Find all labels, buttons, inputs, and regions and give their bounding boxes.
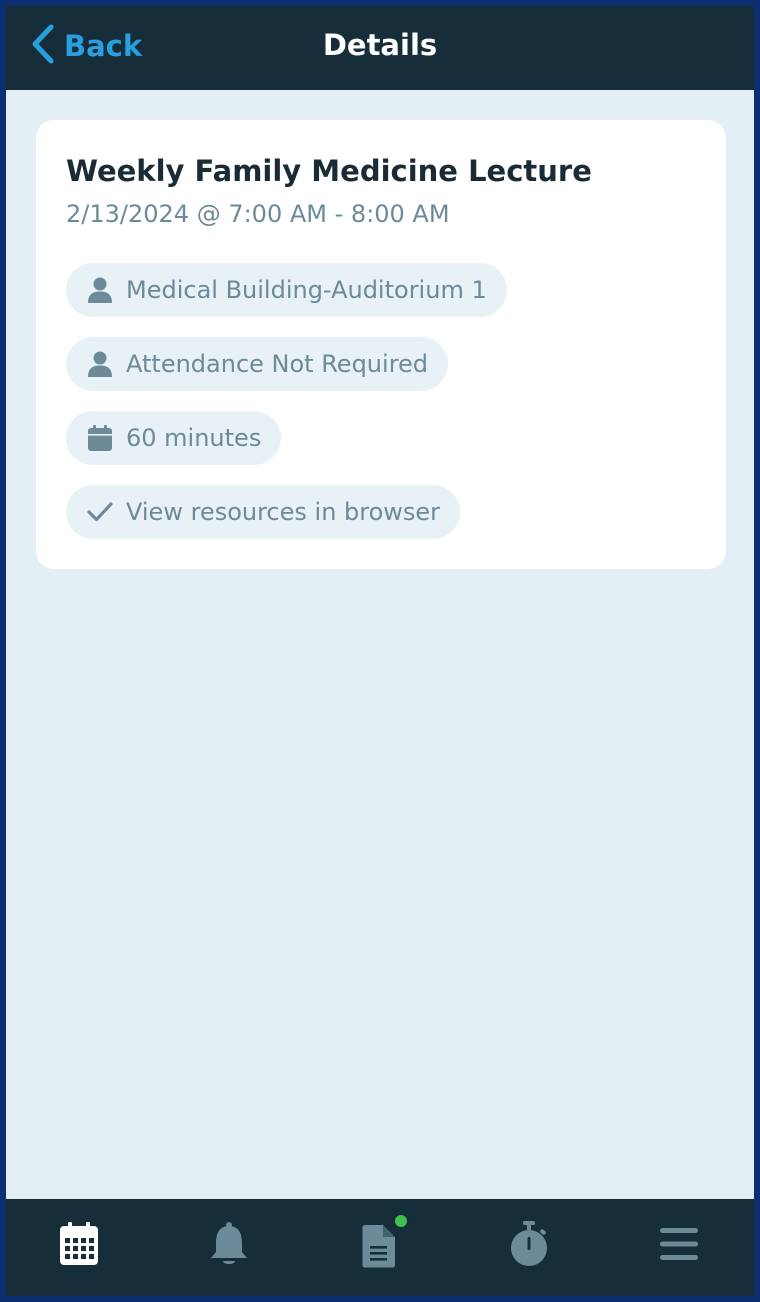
- bottom-tab-bar: [6, 1199, 754, 1296]
- tab-notifications[interactable]: [204, 1221, 254, 1271]
- person-icon: [86, 276, 114, 304]
- event-title: Weekly Family Medicine Lecture: [66, 154, 592, 188]
- tab-timer[interactable]: [504, 1221, 554, 1271]
- duration-chip: 60 minutes: [66, 411, 282, 465]
- checkmark-icon: [86, 498, 114, 526]
- attendance-chip: Attendance Not Required: [66, 337, 449, 391]
- bell-icon: [209, 1221, 249, 1271]
- location-chip: Medical Building-Auditorium 1: [66, 263, 507, 317]
- notification-badge: [393, 1213, 409, 1229]
- attendance-label: Attendance Not Required: [126, 350, 429, 378]
- menu-icon: [659, 1226, 699, 1266]
- event-datetime: 2/13/2024 @ 7:00 AM - 8:00 AM: [66, 200, 450, 228]
- duration-label: 60 minutes: [126, 424, 262, 452]
- event-details-card: Weekly Family Medicine Lecture 2/13/2024…: [36, 120, 726, 569]
- location-label: Medical Building-Auditorium 1: [126, 276, 487, 304]
- app-screen: Back Details Weekly Family Medicine Lect…: [6, 6, 754, 1296]
- tab-calendar[interactable]: [54, 1221, 104, 1271]
- tab-menu[interactable]: [654, 1221, 704, 1271]
- stopwatch-icon: [509, 1221, 549, 1271]
- top-bar: Back Details: [6, 6, 754, 90]
- calendar-icon: [59, 1222, 99, 1270]
- view-resources-link[interactable]: View resources in browser: [66, 485, 461, 539]
- person-icon: [86, 350, 114, 378]
- view-resources-label: View resources in browser: [126, 498, 441, 526]
- document-icon: [359, 1223, 399, 1269]
- calendar-icon: [86, 424, 114, 452]
- page-title: Details: [322, 28, 438, 62]
- tab-documents[interactable]: [354, 1213, 409, 1271]
